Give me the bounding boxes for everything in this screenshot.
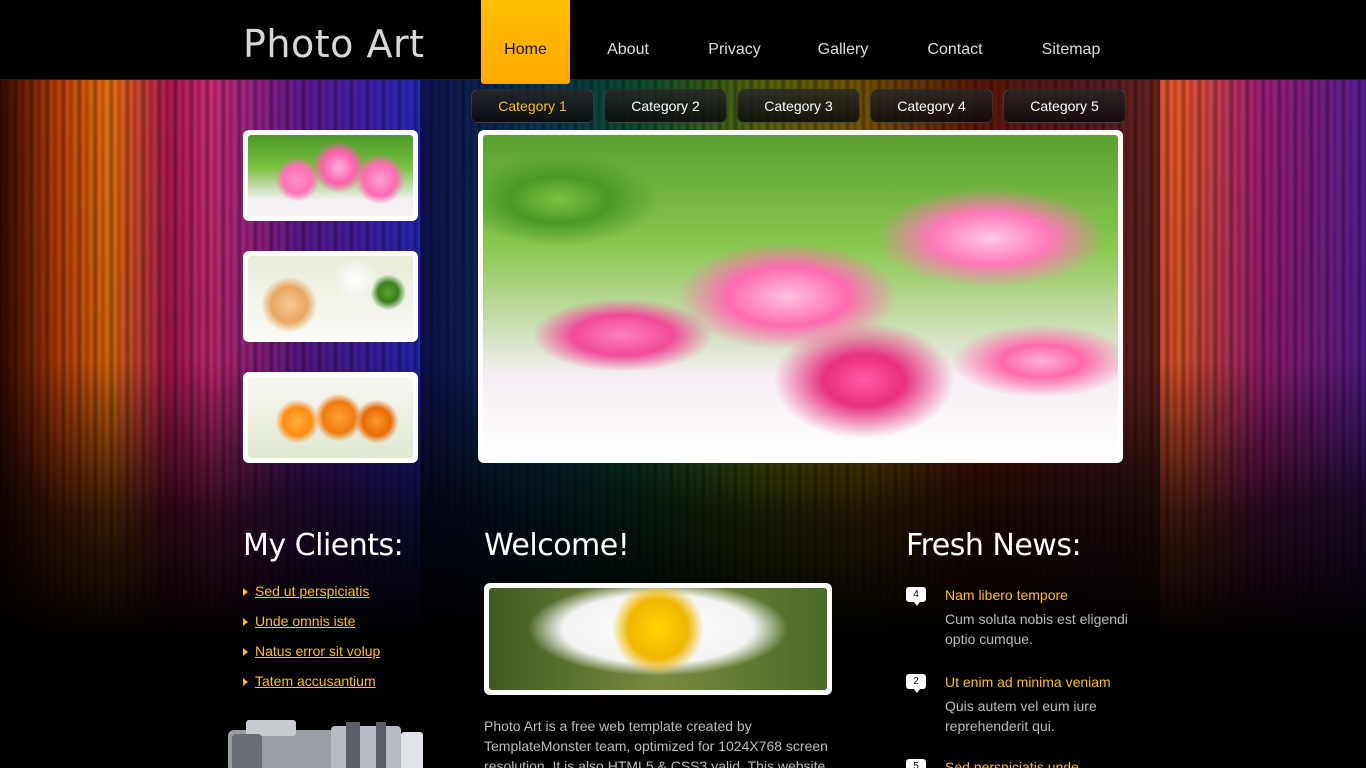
thumbnail-roses[interactable]: [243, 372, 418, 463]
arrow-right-icon: [243, 678, 248, 686]
news-heading: Fresh News:: [906, 528, 1082, 563]
daisy-image: [489, 588, 827, 690]
category-1-button[interactable]: Category 1: [471, 89, 594, 123]
arrow-right-icon: [243, 618, 248, 626]
arrow-right-icon: [243, 588, 248, 596]
nav-about[interactable]: About: [570, 0, 686, 84]
news-title-link[interactable]: Sed perspiciatis unde: [945, 759, 1079, 768]
featured-photo: [478, 130, 1123, 463]
category-3-button[interactable]: Category 3: [737, 89, 860, 123]
tulips-main-image: [483, 135, 1118, 458]
nav-contact[interactable]: Contact: [903, 0, 1007, 84]
spa-thumbnail-image: [248, 256, 413, 337]
list-item: Sed ut perspiciatis: [243, 583, 380, 613]
camera-icon: [228, 720, 423, 768]
comment-count-badge: 2: [906, 674, 926, 693]
news-title-link[interactable]: Nam libero tempore: [945, 587, 1068, 603]
client-link-3[interactable]: Natus error sit volup: [255, 643, 380, 659]
category-bar: Category 1 Category 2 Category 3 Categor…: [471, 89, 1126, 123]
roses-thumbnail-image: [248, 377, 413, 458]
nav-gallery[interactable]: Gallery: [783, 0, 903, 84]
list-item: Tatem accusantium: [243, 673, 380, 703]
welcome-photo: [484, 583, 832, 695]
nav-home[interactable]: Home: [481, 0, 570, 84]
list-item: Unde omnis iste: [243, 613, 380, 643]
client-link-1[interactable]: Sed ut perspiciatis: [255, 583, 369, 599]
thumbnail-tulips[interactable]: [243, 130, 418, 221]
welcome-heading: Welcome!: [484, 528, 630, 563]
nav-privacy[interactable]: Privacy: [686, 0, 783, 84]
comment-count-badge: 4: [906, 587, 926, 606]
client-link-2[interactable]: Unde omnis iste: [255, 613, 355, 629]
comment-count-badge: 5: [906, 759, 926, 768]
site-header: Photo Art Home About Privacy Gallery Con…: [0, 0, 1366, 84]
clients-heading: My Clients:: [243, 528, 404, 563]
site-logo[interactable]: Photo Art: [243, 22, 425, 66]
arrow-right-icon: [243, 648, 248, 656]
clients-list: Sed ut perspiciatis Unde omnis iste Natu…: [243, 583, 380, 703]
client-link-4[interactable]: Tatem accusantium: [255, 673, 376, 689]
category-4-button[interactable]: Category 4: [870, 89, 993, 123]
news-description: Cum soluta nobis est eligendi optio cumq…: [945, 611, 1128, 647]
news-description: Quis autem vel eum iure reprehenderit qu…: [945, 698, 1097, 734]
news-title-link[interactable]: Ut enim ad minima veniam: [945, 674, 1111, 690]
thumbnail-spa[interactable]: [243, 251, 418, 342]
category-5-button[interactable]: Category 5: [1003, 89, 1126, 123]
nav-sitemap[interactable]: Sitemap: [1007, 0, 1135, 84]
list-item: Natus error sit volup: [243, 643, 380, 673]
main-nav: Home About Privacy Gallery Contact Sitem…: [481, 0, 1135, 84]
category-2-button[interactable]: Category 2: [604, 89, 727, 123]
welcome-text: Photo Art is a free web template created…: [484, 718, 828, 768]
tulips-thumbnail-image: [248, 135, 413, 216]
